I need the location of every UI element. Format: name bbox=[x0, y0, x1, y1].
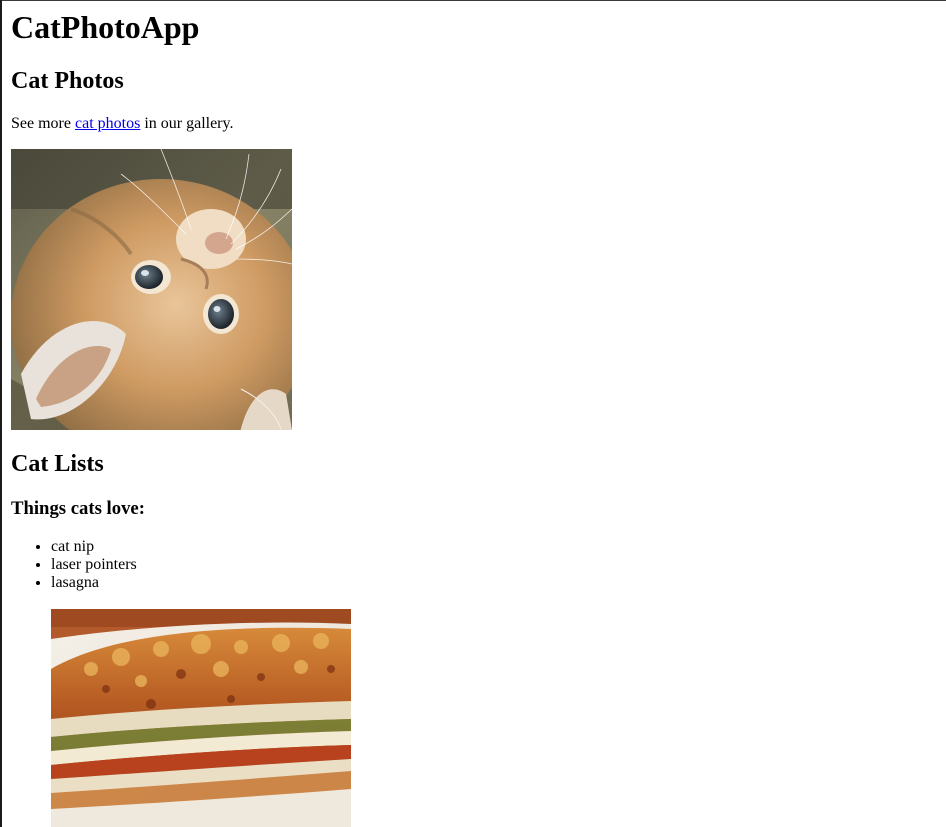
things-cats-love-list: cat nip laser pointers lasagna bbox=[11, 538, 137, 592]
cat-photo-image[interactable] bbox=[11, 149, 292, 430]
gallery-paragraph: See more cat photos in our gallery. bbox=[11, 114, 233, 133]
window-top-edge bbox=[0, 0, 946, 1]
gallery-text-before: See more bbox=[11, 115, 71, 132]
cat-lists-heading: Cat Lists bbox=[11, 451, 104, 477]
page-title: CatPhotoApp bbox=[11, 9, 200, 45]
list-item: lasagna bbox=[51, 574, 137, 592]
gallery-text-after: in our gallery. bbox=[144, 115, 234, 132]
cat-photos-link[interactable]: cat photos bbox=[75, 115, 140, 132]
list-item: cat nip bbox=[51, 538, 137, 556]
cat-photos-heading: Cat Photos bbox=[11, 68, 124, 94]
things-cats-love-heading: Things cats love: bbox=[11, 498, 145, 519]
window-left-edge bbox=[0, 0, 2, 827]
list-item: laser pointers bbox=[51, 556, 137, 574]
lasagna-image bbox=[51, 609, 351, 827]
